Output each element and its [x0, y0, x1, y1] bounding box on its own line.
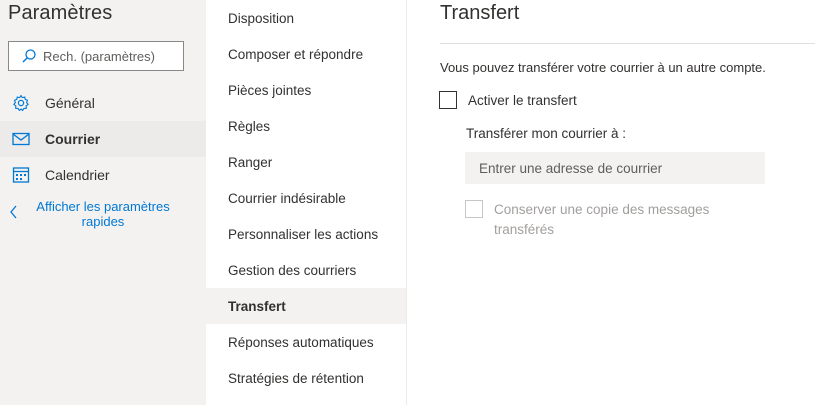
category-automatic-replies[interactable]: Réponses automatiques [206, 324, 406, 360]
category-label: Pièces jointes [228, 82, 312, 98]
forwarding-description: Vous pouvez transférer votre courrier à … [440, 60, 766, 75]
keep-copy-label: Conserver une copie des messages transfé… [494, 202, 710, 237]
category-rules[interactable]: Règles [206, 108, 406, 144]
category-layout[interactable]: Disposition [206, 0, 406, 36]
gear-icon [11, 93, 31, 113]
category-label: Composer et répondre [228, 46, 364, 62]
mail-settings-categories: Disposition Composer et répondre Pièces … [206, 0, 407, 405]
category-label: Gestion des courriers [228, 262, 357, 278]
page-title: Transfert [440, 2, 520, 24]
category-label: Réponses automatiques [228, 334, 374, 350]
category-customize-actions[interactable]: Personnaliser les actions [206, 216, 406, 252]
quick-settings-link-label: Afficher les paramètres rapides [36, 199, 170, 229]
category-attachments[interactable]: Pièces jointes [206, 72, 406, 108]
category-retention-policies[interactable]: Stratégies de rétention [206, 360, 406, 396]
divider [440, 43, 815, 44]
settings-search-input[interactable]: Rech. (paramètres) [8, 41, 184, 71]
search-icon [22, 49, 36, 63]
mail-icon [11, 129, 31, 149]
settings-sidebar: Paramètres Rech. (paramètres) Général Co… [0, 0, 206, 405]
category-label: Transfert [228, 298, 286, 314]
category-forwarding[interactable]: Transfert [206, 288, 406, 324]
keep-copy-checkbox[interactable] [465, 200, 483, 218]
enable-forwarding-checkbox[interactable] [439, 91, 457, 109]
calendar-icon [11, 165, 31, 185]
category-label: Ranger [228, 154, 273, 170]
enable-forwarding-label[interactable]: Activer le transfert [468, 93, 577, 108]
category-sweep[interactable]: Ranger [206, 144, 406, 180]
category-label: Courrier indésirable [228, 190, 346, 206]
sidebar-item-label: Courrier [45, 131, 101, 147]
category-message-handling[interactable]: Gestion des courriers [206, 252, 406, 288]
category-label: Disposition [228, 10, 295, 26]
forwarding-address-input[interactable] [465, 152, 765, 184]
sidebar-item-label: Calendrier [45, 167, 110, 183]
forward-to-label: Transférer mon courrier à : [466, 126, 627, 141]
category-label: Stratégies de rétention [228, 370, 364, 386]
settings-title: Paramètres [8, 2, 113, 24]
sidebar-item-mail[interactable]: Courrier [0, 121, 206, 157]
category-compose-reply[interactable]: Composer et répondre [206, 36, 406, 72]
category-label: Personnaliser les actions [228, 226, 379, 242]
chevron-left-icon [10, 205, 17, 219]
sidebar-item-calendar[interactable]: Calendrier [0, 157, 206, 193]
sidebar-item-label: Général [45, 95, 95, 111]
category-junk-email[interactable]: Courrier indésirable [206, 180, 406, 216]
category-label: Règles [228, 118, 271, 134]
search-placeholder: Rech. (paramètres) [43, 48, 155, 64]
quick-settings-link[interactable]: Afficher les paramètres rapides [0, 196, 206, 236]
sidebar-item-general[interactable]: Général [0, 85, 206, 121]
